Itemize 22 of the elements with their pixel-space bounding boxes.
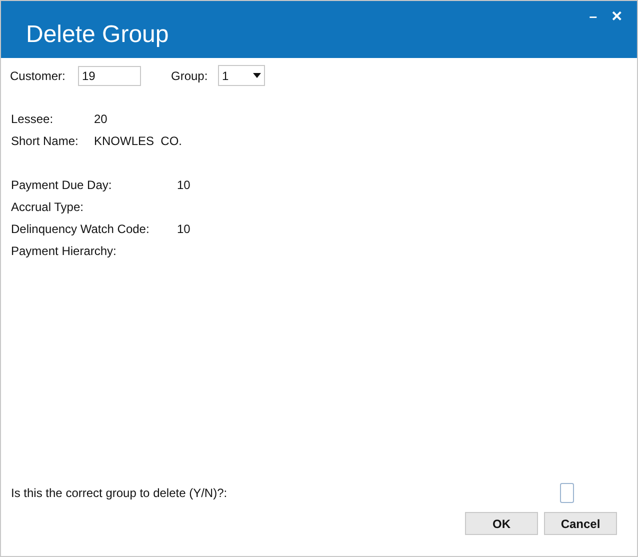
field-label: Payment Hierarchy: <box>11 243 118 260</box>
field-label: Customer: <box>10 68 66 84</box>
input-field[interactable]: 19 <box>78 66 141 86</box>
field-value: 10 <box>177 221 190 238</box>
field-value: 20 <box>94 111 108 128</box>
minimize-button[interactable]: – <box>587 6 599 27</box>
field-label: Group: <box>171 68 209 84</box>
field-label: Accrual Type: <box>11 199 84 216</box>
field-value: KNOWLES CO. <box>94 133 182 150</box>
close-button[interactable]: ✕ <box>609 6 625 27</box>
field-label: Lessee: <box>11 111 54 128</box>
cancel-button[interactable]: Cancel <box>544 512 617 535</box>
caret-icon <box>253 73 261 78</box>
dropdown[interactable]: 1 <box>218 65 265 86</box>
ok-button[interactable]: OK <box>465 512 538 535</box>
answer-box[interactable] <box>560 483 574 503</box>
field-value: 10 <box>177 177 190 194</box>
window-title: Delete Group <box>26 20 169 50</box>
field-label: Delinquency Watch Code: <box>11 221 150 238</box>
field-label: Short Name: <box>11 133 80 150</box>
confirm-question: Is this the correct group to delete (Y/N)?: <box>11 485 228 502</box>
field-label: Payment Due Day: <box>11 177 113 194</box>
